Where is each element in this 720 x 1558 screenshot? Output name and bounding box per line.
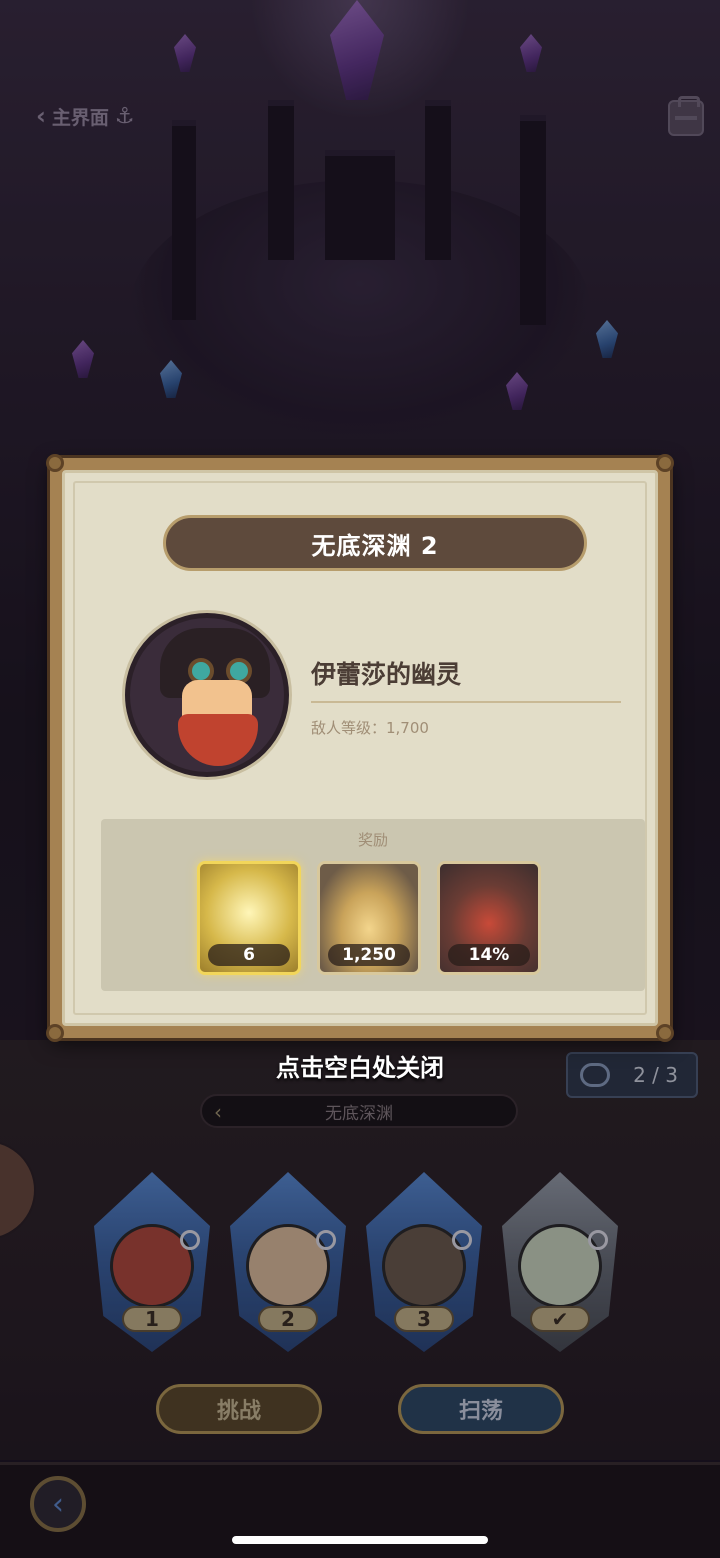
purple-crystal: [520, 34, 542, 72]
stage-number: 3: [394, 1306, 454, 1332]
divider: [311, 701, 621, 703]
modal-title: 无底深渊 2: [163, 515, 587, 571]
reward-boss-portrait[interactable]: 14%: [437, 861, 541, 975]
frame-rivet: [46, 1024, 64, 1042]
home-indicator[interactable]: [232, 1536, 488, 1544]
challenge-button[interactable]: 挑战: [156, 1384, 322, 1434]
modal-body: 无底深渊 2 伊蕾莎的幽灵 敌人等级：1,700 奖励 6 1,250 14%: [62, 470, 658, 1026]
magnifier-icon[interactable]: [316, 1230, 336, 1250]
stage-name: 无底深渊: [325, 1103, 393, 1124]
chevron-left-icon: ‹: [214, 1100, 222, 1124]
reward-hero-shard[interactable]: 6: [197, 861, 301, 975]
blue-crystal: [596, 320, 618, 358]
pillar: [520, 115, 546, 325]
rewards-panel: 奖励 6 1,250 14%: [101, 819, 645, 991]
anchor-icon: ⚓: [114, 103, 135, 129]
magnifier-icon[interactable]: [588, 1230, 608, 1250]
frame-rivet: [46, 454, 64, 472]
reward-gold-dust[interactable]: 1,250: [317, 861, 421, 975]
stage-info-modal: 无底深渊 2 伊蕾莎的幽灵 敌人等级：1,700 奖励 6 1,250 14%: [46, 454, 674, 1042]
back-to-main-button[interactable]: ‹ 主界面 ⚓: [36, 102, 135, 130]
frame-rivet: [656, 1024, 674, 1042]
frame-rivet: [656, 454, 674, 472]
beard: [178, 714, 258, 766]
back-button[interactable]: ‹: [30, 1476, 86, 1532]
stage-slot[interactable]: ✔: [502, 1172, 618, 1352]
stage-selector[interactable]: ‹ 无底深渊: [200, 1094, 518, 1128]
purple-crystal: [72, 340, 94, 378]
chevron-left-icon: ‹: [52, 1486, 64, 1522]
enemy-level: 敌人等级：1,700: [311, 719, 429, 737]
purple-crystal: [174, 34, 196, 72]
enemy-name: 伊蕾莎的幽灵: [311, 660, 462, 689]
stage-number: 2: [258, 1306, 318, 1332]
pillar: [172, 120, 196, 320]
stage-number: 1: [122, 1306, 182, 1332]
checkmark-icon: ✔: [530, 1306, 590, 1332]
chest-icon[interactable]: [668, 96, 704, 136]
stage-slot[interactable]: 1: [94, 1172, 210, 1352]
stage-slot[interactable]: 3: [366, 1172, 482, 1352]
close-hint: 点击空白处关闭: [276, 1054, 444, 1082]
pillar: [268, 100, 294, 260]
stage-slot[interactable]: 2: [230, 1172, 346, 1352]
sweep-button[interactable]: 扫荡: [398, 1384, 564, 1434]
pillar: [425, 100, 451, 260]
magnifier-icon[interactable]: [180, 1230, 200, 1250]
rewards-label: 奖励: [357, 831, 388, 849]
magnifier-icon[interactable]: [452, 1230, 472, 1250]
enemy-portrait: [125, 613, 289, 777]
back-label: 主界面: [51, 106, 109, 129]
reward-count: 6: [208, 944, 290, 966]
reward-count: 1,250: [328, 944, 410, 966]
reward-count: 14%: [448, 944, 530, 966]
pillar: [325, 150, 395, 260]
chevron-left-icon: ‹: [36, 102, 46, 130]
